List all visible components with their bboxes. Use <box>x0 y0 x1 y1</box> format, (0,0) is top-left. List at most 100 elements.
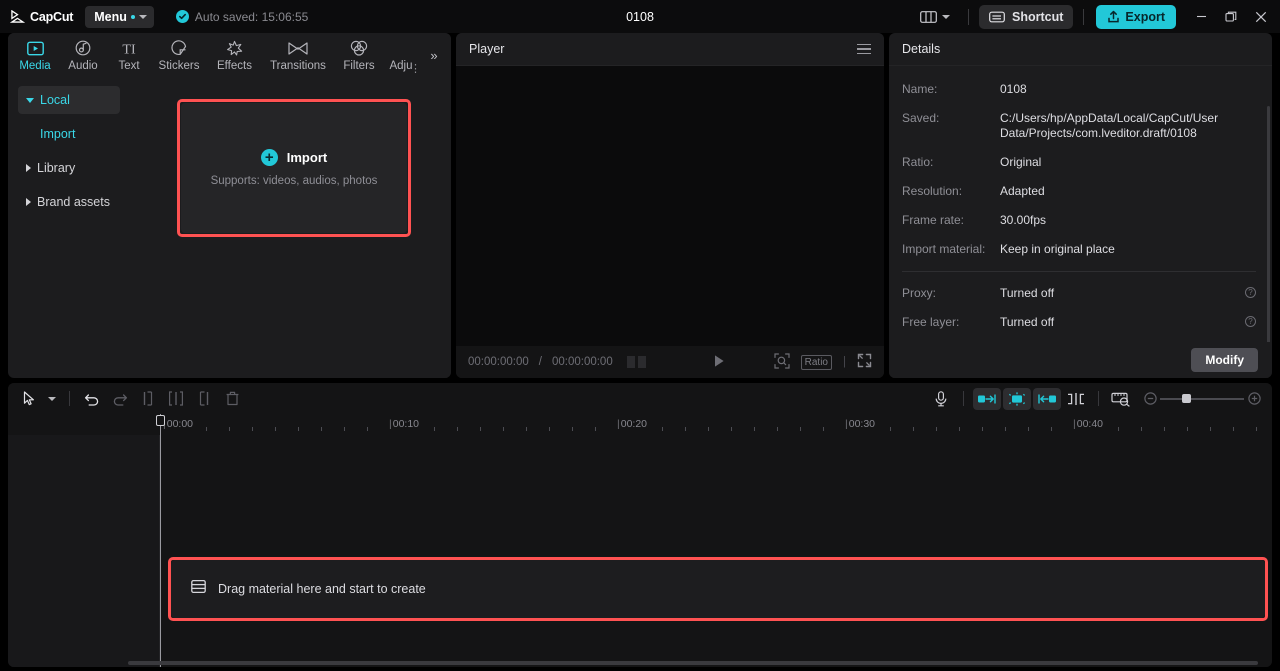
effects-icon <box>226 39 243 57</box>
menu-status-dot <box>130 14 135 19</box>
tab-audio[interactable]: Audio <box>58 33 108 78</box>
divider <box>69 391 70 406</box>
play-button[interactable] <box>712 354 726 371</box>
chevron-down-icon <box>48 396 56 401</box>
timeline-zoom-slider[interactable] <box>1140 392 1264 405</box>
ratio-button[interactable]: Ratio <box>800 354 832 370</box>
details-value-name: 0108 <box>1000 82 1027 96</box>
ruler-mark-0: |00:00 <box>163 418 194 430</box>
delete-button[interactable] <box>219 387 245 411</box>
zoom-slider-track[interactable] <box>1160 393 1244 403</box>
transitions-icon <box>288 39 308 57</box>
app-logo: CapCut <box>10 10 73 24</box>
timeline-ruler[interactable]: |00:00 |00:10 |00:20 |00:30 |00:40 <box>8 414 1272 435</box>
timeline-body: Drag material here and start to create <box>8 414 1272 667</box>
details-scrollbar[interactable] <box>1267 106 1270 356</box>
tab-stickers[interactable]: Stickers <box>150 33 208 78</box>
timeline-playhead[interactable] <box>156 414 165 667</box>
sidebar-item-local[interactable]: Local <box>18 86 120 114</box>
autosave-status: Auto saved: 15:06:55 <box>175 10 308 24</box>
zoom-in-icon[interactable] <box>1244 392 1264 405</box>
details-value-import-material: Keep in original place <box>1000 242 1115 256</box>
media-sidebar: Local Import Library Brand assets <box>8 78 128 378</box>
zoom-out-icon[interactable] <box>1140 392 1160 405</box>
details-label-resolution: Resolution: <box>902 184 963 198</box>
sidebar-item-library[interactable]: Library <box>18 154 120 182</box>
modify-button[interactable]: Modify <box>1191 348 1258 372</box>
fullscreen-icon[interactable] <box>857 353 872 371</box>
divider: | <box>843 356 846 368</box>
sidebar-item-brand-assets-label: Brand assets <box>37 195 110 209</box>
details-row-name: Name: 0108 <box>902 82 1256 97</box>
select-tool-button[interactable] <box>16 387 42 411</box>
sidebar-item-library-label: Library <box>37 161 76 175</box>
import-label: Import <box>286 150 328 165</box>
tab-filters-label: Filters <box>343 60 375 72</box>
help-icon[interactable]: ? <box>1245 287 1256 298</box>
media-tab-bar: Media Audio TI Text Stickers Effects Tra… <box>8 33 451 78</box>
sidebar-item-import[interactable]: Import <box>18 120 120 148</box>
split-clip-button[interactable] <box>1063 387 1089 411</box>
details-panel: Details Name: 0108 Saved: C:/Users/hp/Ap… <box>889 33 1272 378</box>
details-row-saved: Saved: C:/Users/hp/AppData/Local/CapCut/… <box>902 111 1256 141</box>
details-value-resolution: Adapted <box>1000 184 1045 198</box>
tab-media[interactable]: Media <box>12 33 58 78</box>
tab-filters[interactable]: Filters <box>335 33 383 78</box>
audio-fade-out-button[interactable] <box>1033 387 1061 410</box>
ruler-mark-2: |00:20 <box>617 418 648 430</box>
tab-overflow-button[interactable]: » <box>423 33 445 78</box>
app-brand-name: CapCut <box>30 9 74 24</box>
redo-button[interactable] <box>107 387 133 411</box>
player-frames-icon[interactable] <box>626 356 647 368</box>
tab-effects-label: Effects <box>217 60 252 72</box>
menu-label: Menu <box>94 9 127 24</box>
audio-icon <box>75 39 91 57</box>
timeline-drag-hint: Drag material here and start to create <box>218 582 426 596</box>
close-button[interactable] <box>1246 0 1276 33</box>
audio-fade-in-button[interactable] <box>973 387 1001 410</box>
help-icon[interactable]: ? <box>1245 316 1256 327</box>
details-label-name: Name: <box>902 82 938 96</box>
audio-center-button[interactable] <box>1003 387 1031 410</box>
select-tool-dropdown[interactable] <box>44 387 60 411</box>
sidebar-item-brand-assets[interactable]: Brand assets <box>18 188 120 216</box>
speed-ramp-button[interactable] <box>1108 387 1134 411</box>
split-left-button[interactable] <box>135 387 161 411</box>
menu-button[interactable]: Menu <box>85 5 154 28</box>
ruler-mark-4: |00:40 <box>1073 418 1104 430</box>
zoom-fit-icon[interactable] <box>774 352 790 372</box>
tab-divider-dots: ⋮ <box>410 63 421 75</box>
tab-text[interactable]: TI Text <box>108 33 150 78</box>
export-button[interactable]: Export <box>1096 4 1176 29</box>
undo-button[interactable] <box>79 387 105 411</box>
details-body: Name: 0108 Saved: C:/Users/hp/AppData/Lo… <box>889 66 1272 378</box>
tab-stickers-label: Stickers <box>158 60 200 72</box>
import-dropzone[interactable]: + Import Supports: videos, audios, photo… <box>181 103 407 233</box>
player-title: Player <box>469 42 505 56</box>
divider <box>902 271 1256 272</box>
tab-transitions[interactable]: Transitions <box>261 33 335 78</box>
split-right-button[interactable] <box>191 387 217 411</box>
details-header: Details <box>889 33 1272 66</box>
player-time-separator: / <box>538 356 542 368</box>
split-button[interactable] <box>163 387 189 411</box>
ruler-mark-3: |00:30 <box>845 418 876 430</box>
zoom-slider-knob[interactable] <box>1182 393 1191 403</box>
media-icon <box>26 39 44 57</box>
minimize-button[interactable] <box>1186 0 1216 33</box>
timeline-dropzone[interactable]: Drag material here and start to create <box>171 560 1265 618</box>
player-menu-icon[interactable] <box>857 43 871 55</box>
divider <box>963 391 964 406</box>
microphone-button[interactable] <box>928 387 954 411</box>
player-current-time: 00:00:00:00 <box>468 356 529 368</box>
layout-button[interactable] <box>912 6 958 28</box>
text-icon: TI <box>119 39 139 57</box>
details-row-proxy: Proxy: Turned off ? <box>902 286 1256 301</box>
playhead-handle[interactable] <box>156 415 165 426</box>
shortcut-button[interactable]: Shortcut <box>979 4 1074 29</box>
tab-effects[interactable]: Effects <box>208 33 261 78</box>
maximize-button[interactable] <box>1216 0 1246 33</box>
details-row-resolution: Resolution: Adapted <box>902 184 1256 199</box>
timeline-horizontal-scrollbar[interactable] <box>128 661 1258 665</box>
sidebar-item-local-label: Local <box>40 93 70 107</box>
